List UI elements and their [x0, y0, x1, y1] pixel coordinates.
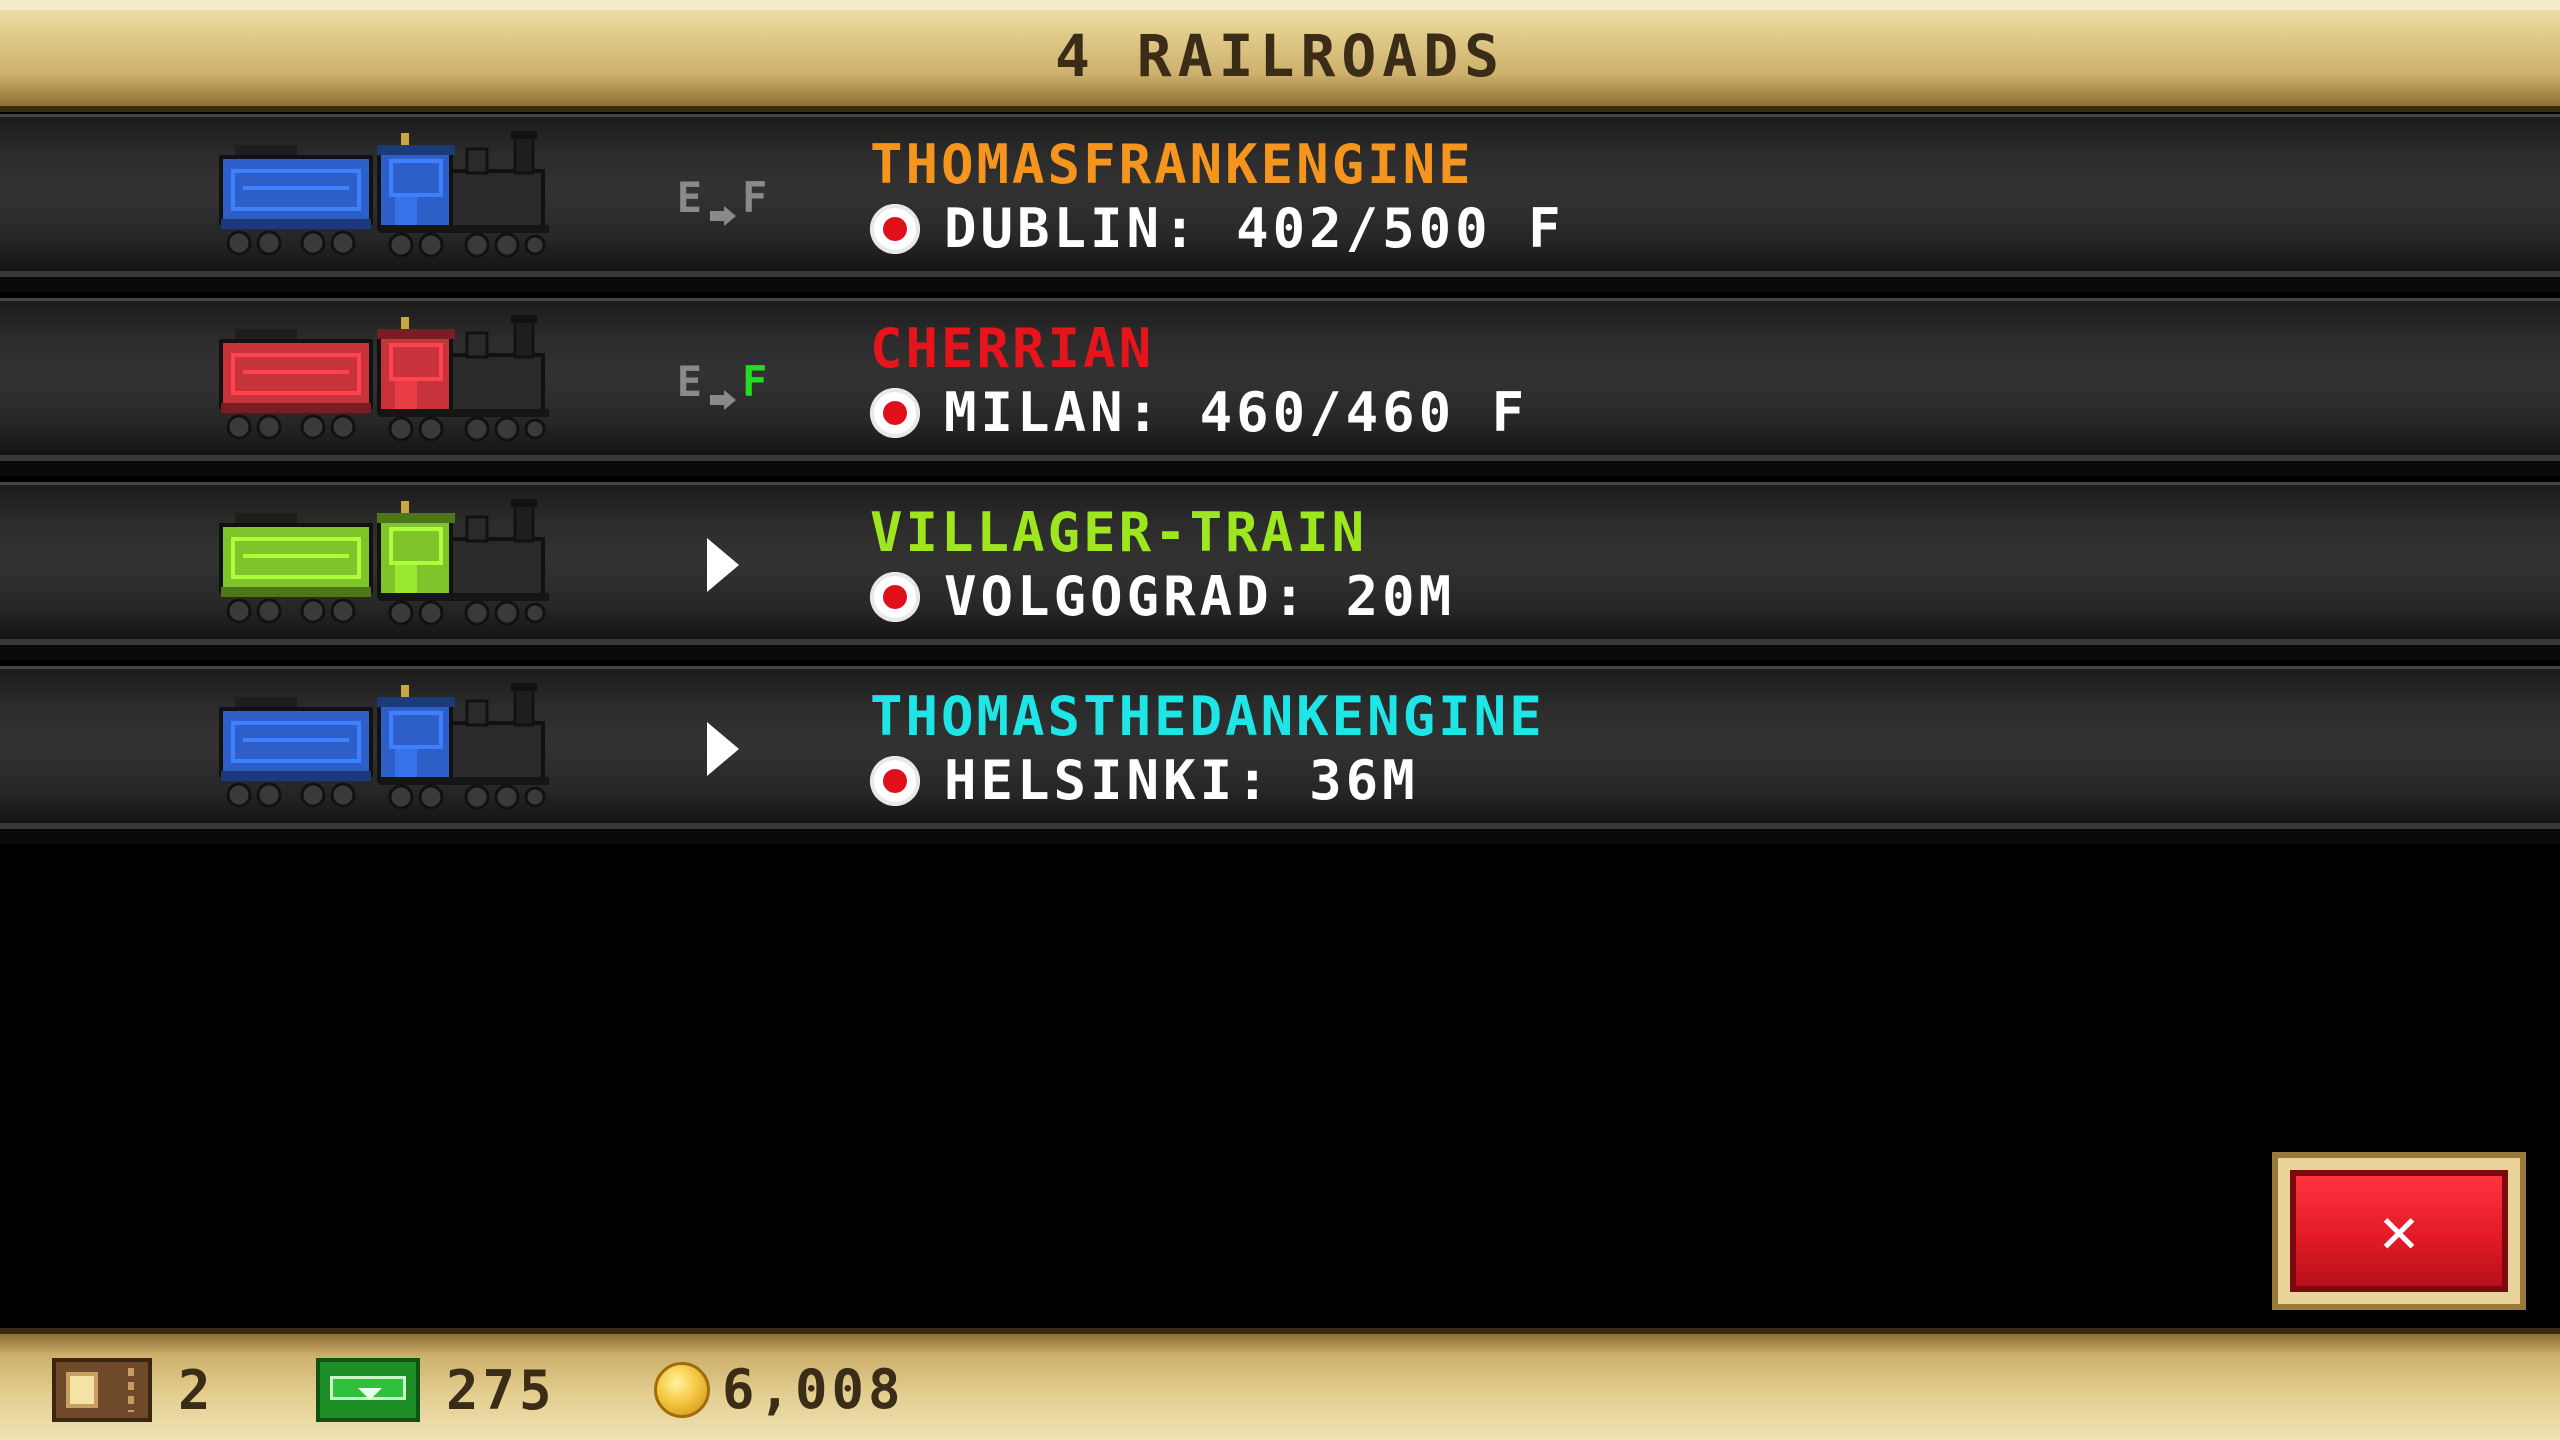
cash-stat[interactable]: 275 [316, 1358, 556, 1422]
resource-bar: 2 275 6,008 [0, 1328, 2560, 1440]
top-banner: 4 RAILROADS [0, 0, 2560, 112]
train-name[interactable]: THOMASFRANKENGINE [870, 135, 1565, 195]
train-row[interactable]: VILLAGER-TRAIN VOLGOGRAD: 20M [0, 482, 2560, 660]
locomotive-icon [215, 315, 560, 450]
destination-text: DUBLIN: 402/500 F [944, 197, 1565, 260]
coins-amount: 6,008 [722, 1358, 905, 1421]
train-name[interactable]: VILLAGER-TRAIN [870, 503, 1455, 563]
empty-label: E [676, 356, 704, 406]
tickets-count: 2 [178, 1358, 215, 1422]
train-info: THOMASTHEDANKENGINE HELSINKI: 36M [870, 687, 1545, 811]
train-name[interactable]: CHERRIAN [870, 319, 1528, 379]
train-row[interactable]: E F THOMASFRANKENGINE DUBLIN: 402/500 F [0, 114, 2560, 292]
destination-text: MILAN: 460/460 F [944, 381, 1529, 444]
station-marker-icon [870, 756, 920, 806]
coin-icon [654, 1361, 710, 1418]
train-destination[interactable]: HELSINKI: 36M [870, 751, 1545, 811]
station-marker-icon [870, 388, 920, 438]
train-destination[interactable]: DUBLIN: 402/500 F [870, 199, 1565, 259]
train-info: THOMASFRANKENGINE DUBLIN: 402/500 F [870, 135, 1565, 259]
train-destination[interactable]: MILAN: 460/460 F [870, 383, 1528, 443]
arrow-right-icon [710, 371, 736, 410]
load-gauge: E F [676, 172, 770, 226]
empty-label: E [676, 172, 704, 222]
play-icon[interactable] [707, 722, 739, 776]
train-info: VILLAGER-TRAIN VOLGOGRAD: 20M [870, 503, 1455, 627]
ticket-icon [52, 1358, 152, 1422]
page-title: 4 RAILROADS [1054, 22, 1506, 90]
close-icon: ✕ [2290, 1170, 2508, 1292]
train-status[interactable] [668, 535, 778, 595]
train-status[interactable]: E F [668, 351, 778, 411]
train-status[interactable]: E F [668, 167, 778, 227]
close-button[interactable]: ✕ [2272, 1152, 2526, 1310]
train-row[interactable]: E F CHERRIAN MILAN: 460/460 F [0, 298, 2560, 476]
play-icon[interactable] [707, 538, 739, 592]
train-info: CHERRIAN MILAN: 460/460 F [870, 319, 1528, 443]
train-status[interactable] [668, 719, 778, 779]
railroads-screen: 4 RAILROADS E F THOMASFRANKENGINE DUBLIN… [0, 0, 2560, 1440]
train-name[interactable]: THOMASTHEDANKENGINE [870, 687, 1545, 747]
locomotive-icon [215, 683, 560, 818]
train-destination[interactable]: VOLGOGRAD: 20M [870, 567, 1455, 627]
coins-stat[interactable]: 6,008 [654, 1358, 905, 1421]
full-label: F [742, 172, 770, 222]
station-marker-icon [870, 204, 920, 254]
arrow-right-icon [710, 187, 736, 226]
locomotive-icon [215, 499, 560, 634]
train-list: E F THOMASFRANKENGINE DUBLIN: 402/500 F [0, 114, 2560, 850]
load-gauge: E F [676, 356, 770, 410]
cash-icon [316, 1358, 420, 1422]
locomotive-icon [215, 131, 560, 266]
tickets-stat[interactable]: 2 [52, 1358, 215, 1422]
destination-text: VOLGOGRAD: 20M [944, 565, 1456, 628]
cash-amount: 275 [446, 1358, 556, 1422]
train-row[interactable]: THOMASTHEDANKENGINE HELSINKI: 36M [0, 666, 2560, 844]
destination-text: HELSINKI: 36M [944, 749, 1419, 812]
full-label: F [742, 356, 770, 406]
station-marker-icon [870, 572, 920, 622]
